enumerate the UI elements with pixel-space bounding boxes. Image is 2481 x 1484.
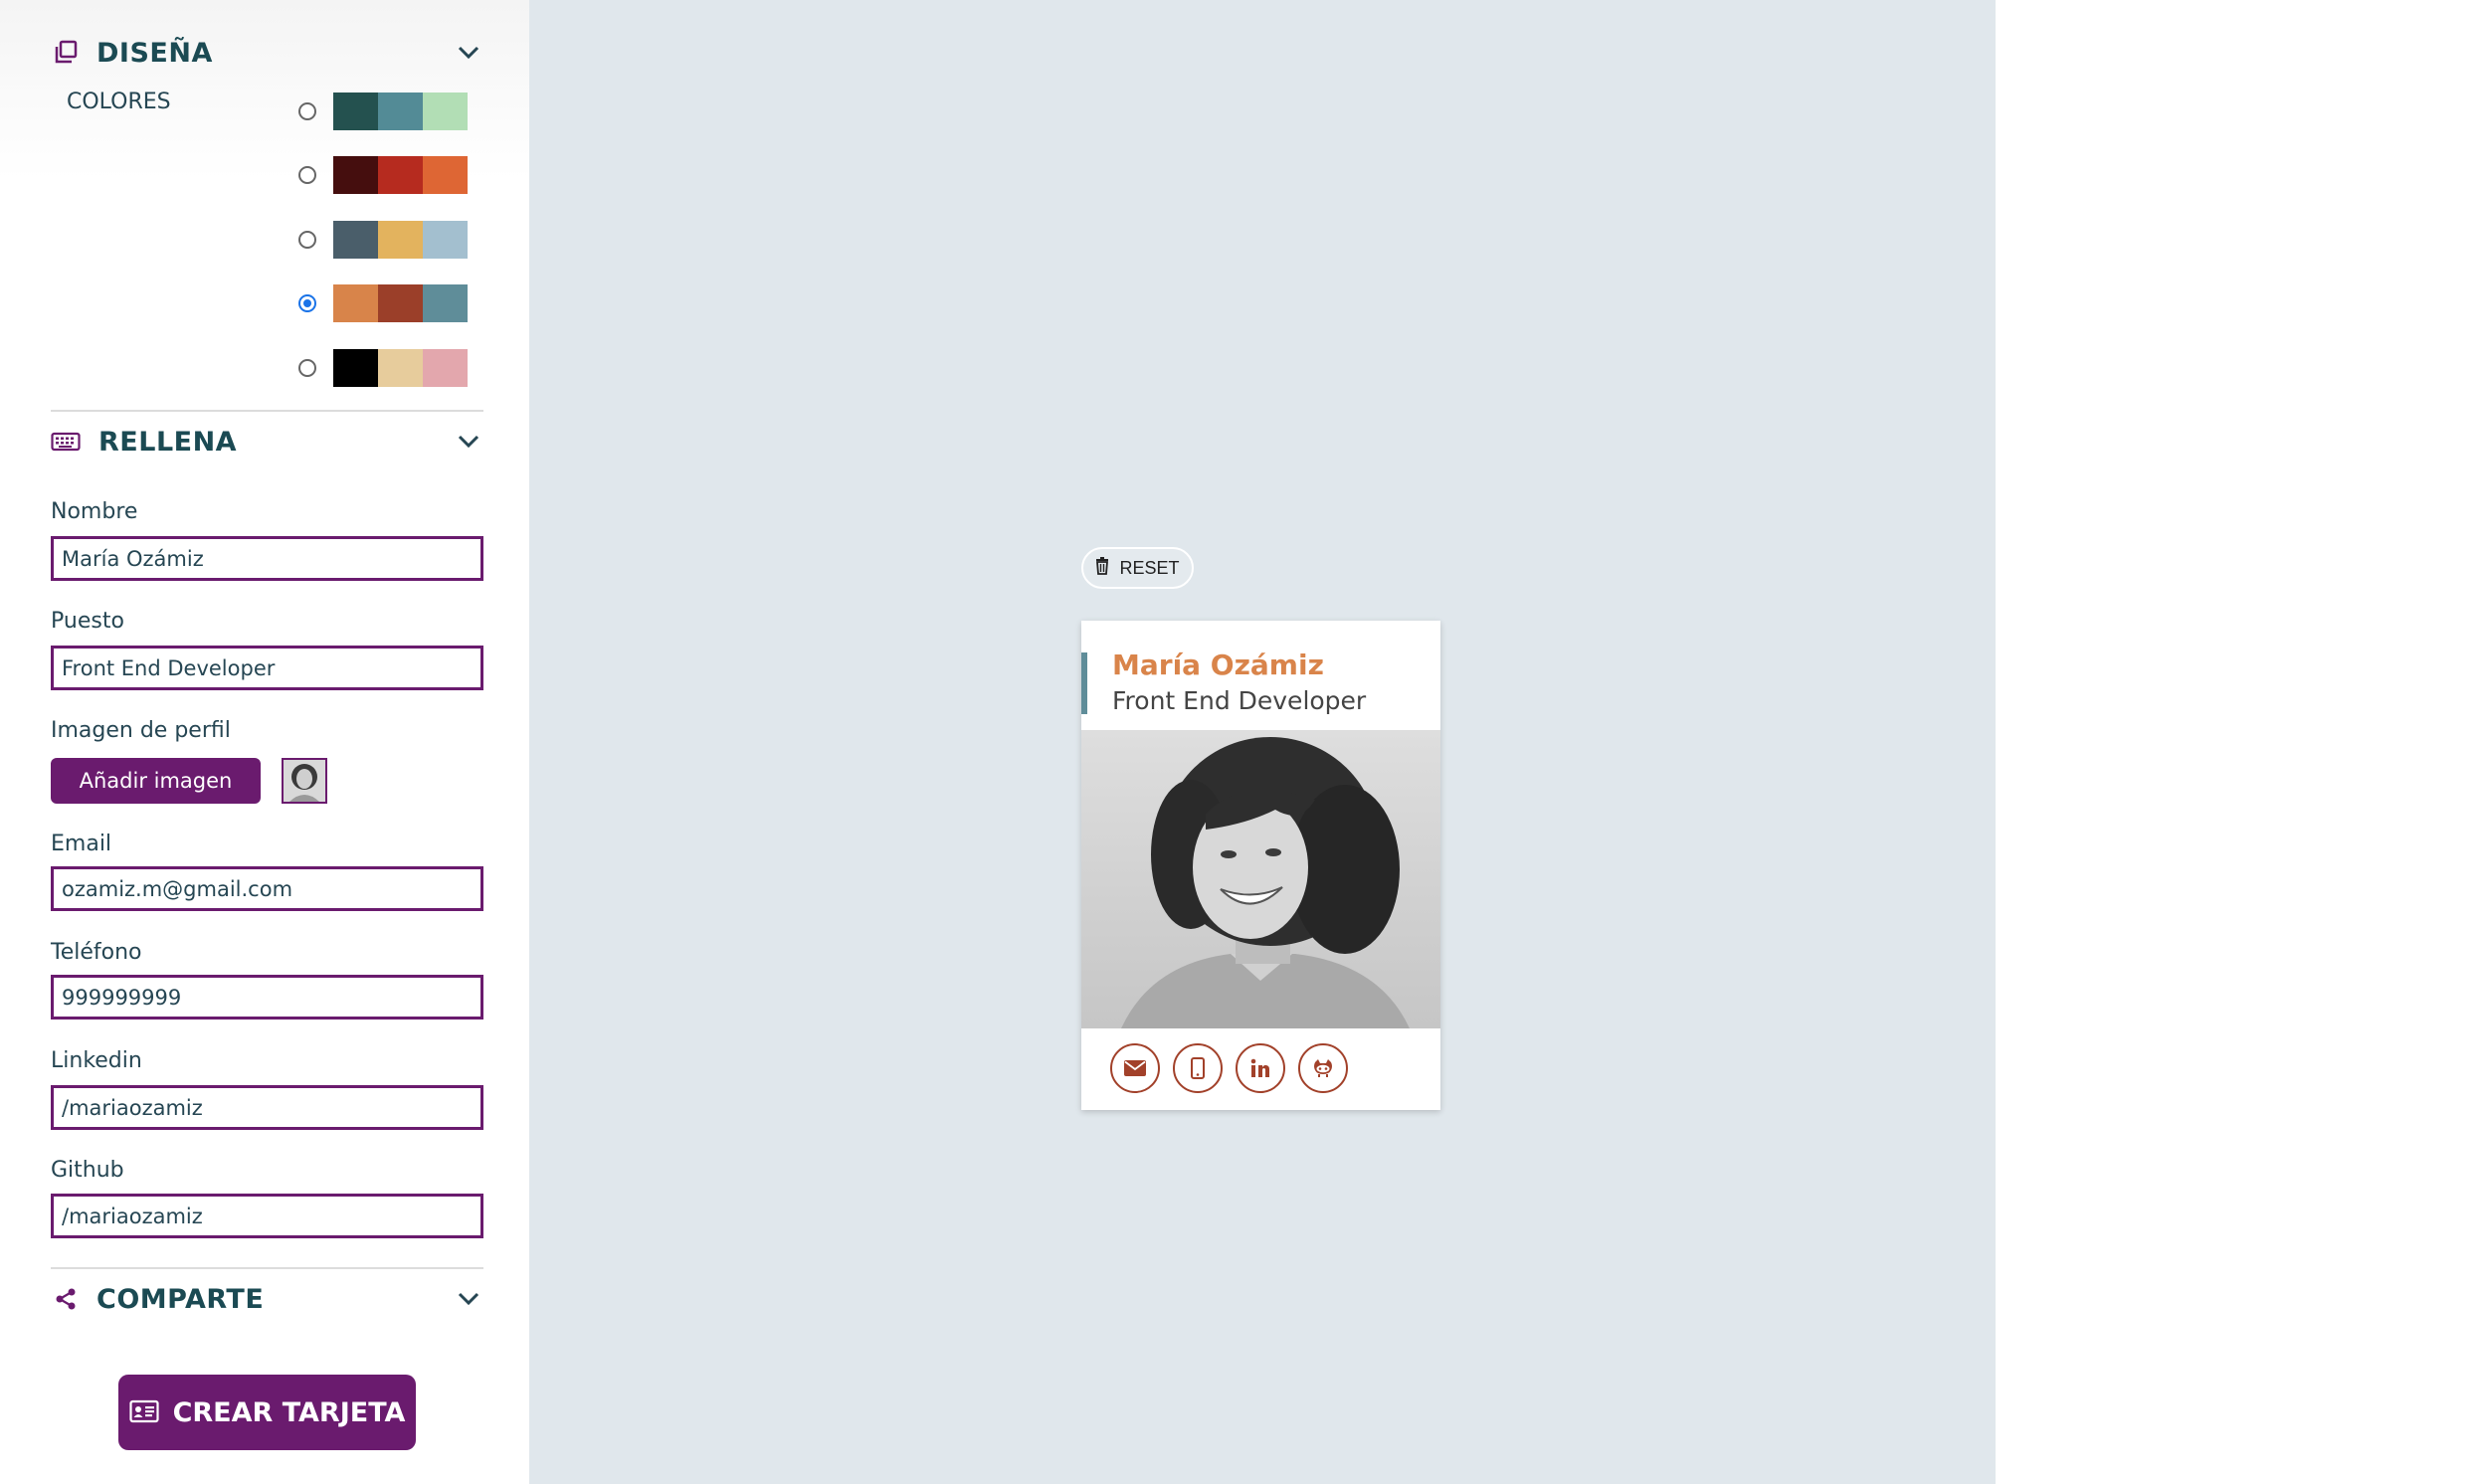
palette-radio[interactable] bbox=[298, 231, 316, 249]
email-input[interactable] bbox=[51, 866, 483, 911]
design-section-title: DISEÑA bbox=[96, 37, 213, 69]
palette-option[interactable] bbox=[298, 349, 468, 387]
palette-swatch bbox=[378, 221, 423, 259]
palette-swatch bbox=[423, 93, 468, 130]
palette-swatch bbox=[378, 156, 423, 194]
linkedin-icon[interactable] bbox=[1236, 1043, 1285, 1093]
palette-swatch bbox=[423, 221, 468, 259]
email-icon[interactable] bbox=[1110, 1043, 1160, 1093]
profile-image-label: Imagen de perfil bbox=[51, 718, 231, 743]
card-social-links bbox=[1110, 1043, 1361, 1093]
palette-swatch bbox=[333, 284, 378, 322]
card-profile-photo bbox=[1081, 730, 1440, 1028]
profile-card: María Ozámiz Front End Developer bbox=[1081, 621, 1440, 1110]
palette-swatch bbox=[378, 93, 423, 130]
palette-swatch bbox=[378, 349, 423, 387]
palette-radio[interactable] bbox=[298, 294, 316, 312]
phone-label: Teléfono bbox=[51, 940, 142, 965]
divider bbox=[51, 410, 483, 412]
card-name: María Ozámiz bbox=[1112, 649, 1324, 681]
github-icon[interactable] bbox=[1298, 1043, 1348, 1093]
chevron-down-icon[interactable] bbox=[454, 1284, 483, 1314]
palette-option[interactable] bbox=[298, 221, 468, 259]
card-accent-bar bbox=[1081, 652, 1087, 714]
create-card-label: CREAR TARJETA bbox=[172, 1396, 406, 1428]
reset-button[interactable]: RESET bbox=[1081, 547, 1194, 589]
palette-radio[interactable] bbox=[298, 166, 316, 184]
email-label: Email bbox=[51, 832, 112, 856]
chevron-down-icon[interactable] bbox=[454, 38, 483, 68]
palette-radio[interactable] bbox=[298, 359, 316, 377]
linkedin-input[interactable] bbox=[51, 1085, 483, 1130]
palette-swatch bbox=[333, 93, 378, 130]
keyboard-icon bbox=[51, 427, 81, 457]
design-section-header[interactable]: DISEÑA bbox=[51, 28, 483, 78]
palette-swatch bbox=[423, 284, 468, 322]
palette-radio[interactable] bbox=[298, 102, 316, 120]
palette-option[interactable] bbox=[298, 93, 468, 130]
name-label: Nombre bbox=[51, 499, 138, 524]
chevron-down-icon[interactable] bbox=[454, 427, 483, 457]
palette-swatch bbox=[333, 221, 378, 259]
fill-section-header[interactable]: RELLENA bbox=[51, 417, 483, 466]
copy-icon bbox=[51, 38, 81, 68]
share-section-header[interactable]: COMPARTE bbox=[51, 1274, 483, 1324]
profile-thumbnail bbox=[282, 758, 327, 804]
card-job: Front End Developer bbox=[1112, 686, 1367, 715]
reset-label: RESET bbox=[1119, 557, 1180, 578]
phone-input[interactable] bbox=[51, 975, 483, 1020]
palette-swatch bbox=[378, 284, 423, 322]
add-image-button[interactable]: Añadir imagen bbox=[51, 758, 261, 804]
github-input[interactable] bbox=[51, 1194, 483, 1238]
trash-icon bbox=[1095, 556, 1109, 580]
job-label: Puesto bbox=[51, 609, 124, 634]
linkedin-label: Linkedin bbox=[51, 1048, 142, 1073]
palette-swatch bbox=[423, 349, 468, 387]
job-input[interactable] bbox=[51, 646, 483, 690]
palette-swatch bbox=[333, 349, 378, 387]
share-icon bbox=[51, 1284, 81, 1314]
palette-swatch bbox=[423, 156, 468, 194]
palette-option[interactable] bbox=[298, 284, 468, 322]
id-card-icon bbox=[128, 1399, 159, 1426]
card-preview-area: RESET María Ozámiz Front End Developer bbox=[529, 0, 1996, 1484]
share-section-title: COMPARTE bbox=[96, 1283, 265, 1315]
mobile-phone-icon[interactable] bbox=[1173, 1043, 1223, 1093]
colors-label: COLORES bbox=[67, 90, 171, 114]
create-card-button[interactable]: CREAR TARJETA bbox=[118, 1375, 416, 1450]
palette-swatch bbox=[333, 156, 378, 194]
palette-option[interactable] bbox=[298, 156, 468, 194]
github-label: Github bbox=[51, 1158, 124, 1183]
fill-section-title: RELLENA bbox=[98, 426, 238, 458]
divider bbox=[51, 1267, 483, 1269]
name-input[interactable] bbox=[51, 536, 483, 581]
sidebar: DISEÑA COLORES RELLENA Nombre Puesto Ima… bbox=[0, 0, 529, 1484]
